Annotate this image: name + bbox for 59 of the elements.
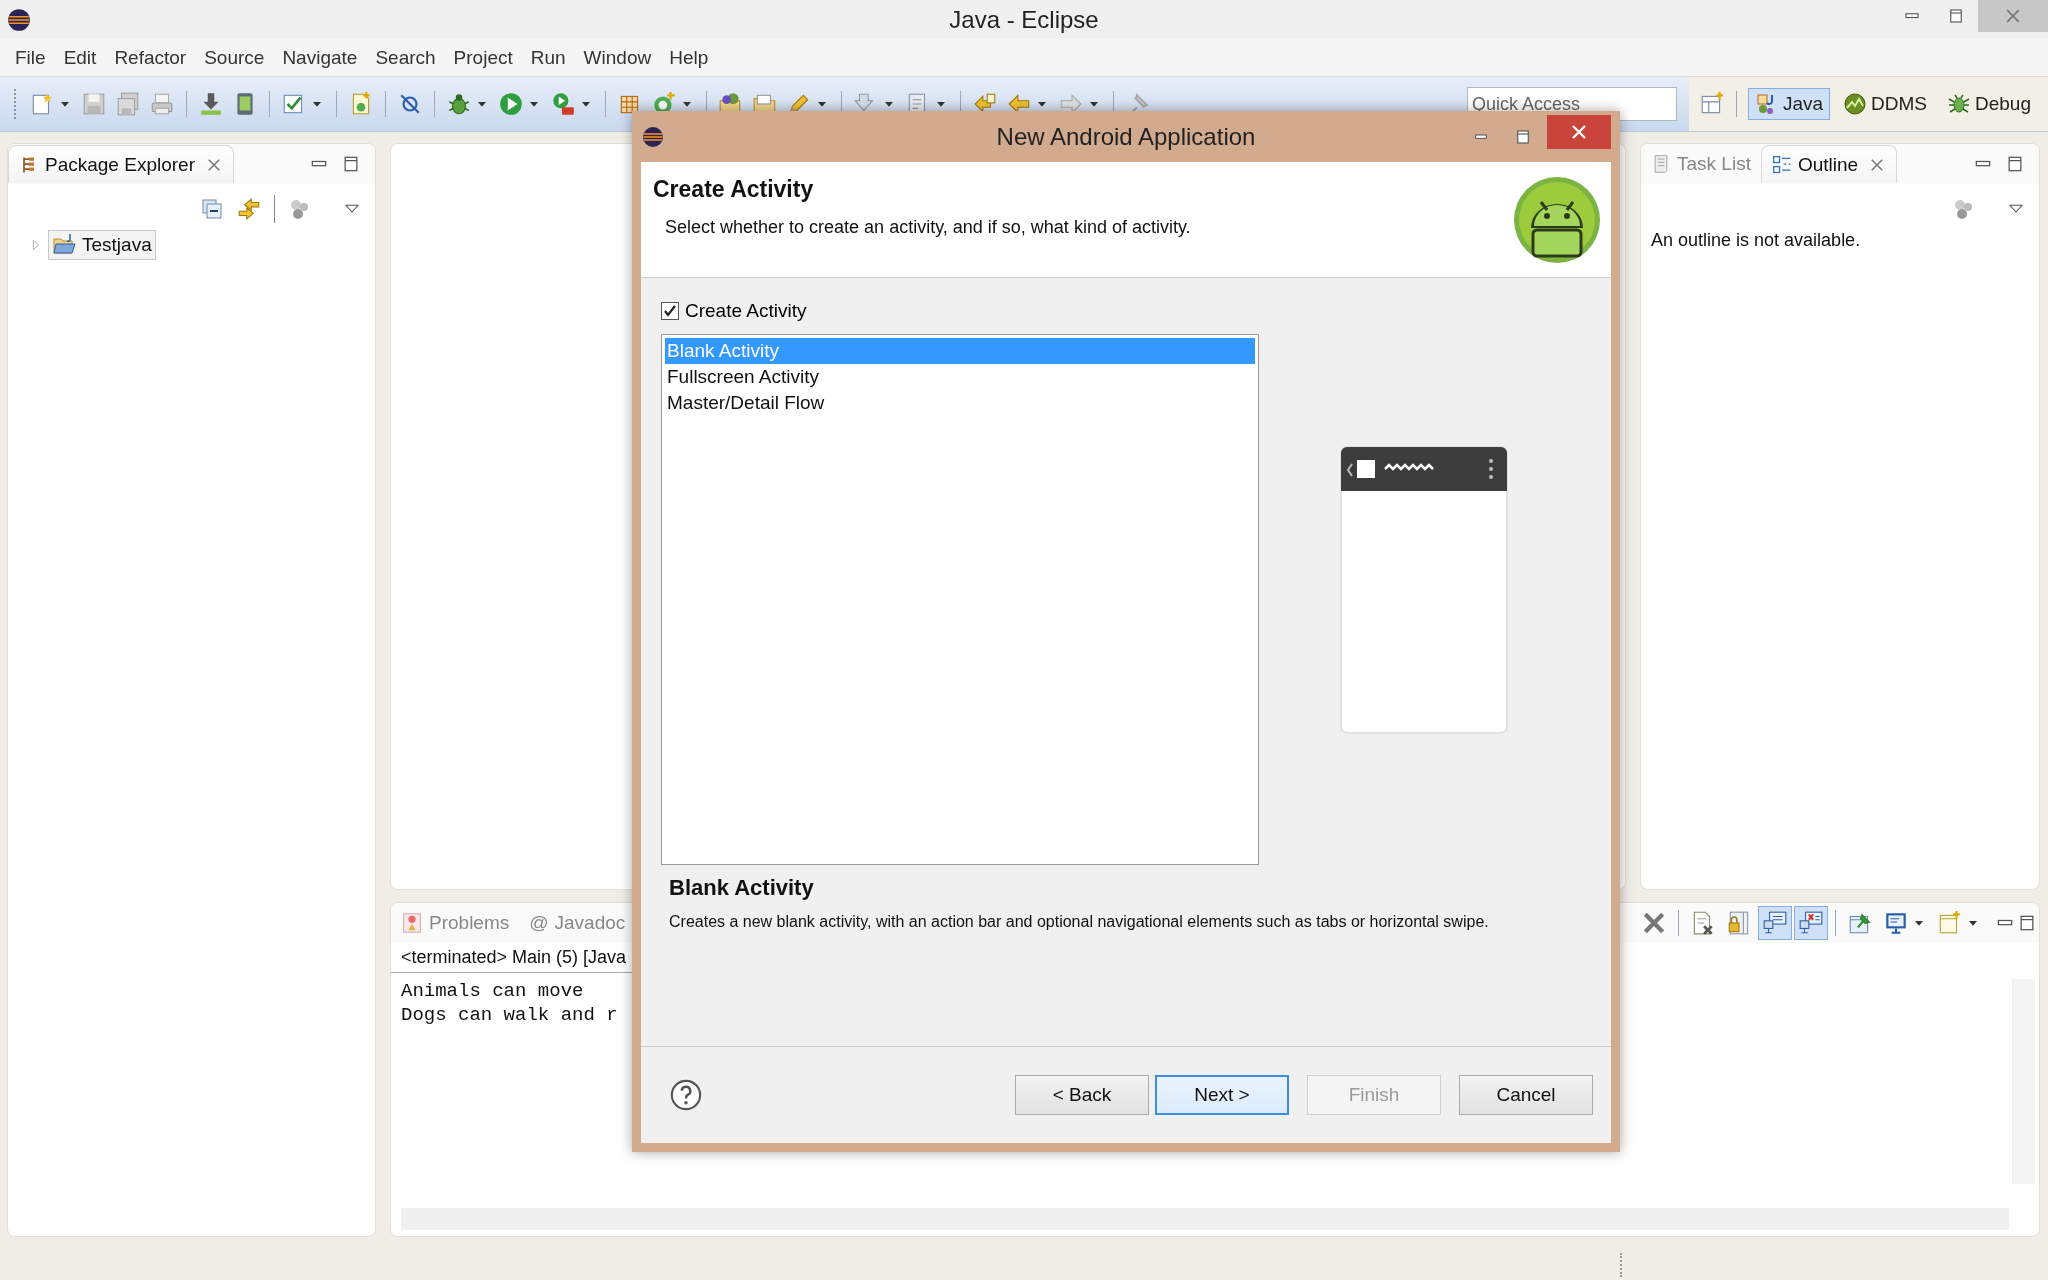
menu-item[interactable]: Source bbox=[195, 46, 274, 69]
project-folder-icon bbox=[52, 233, 76, 257]
dialog-button[interactable]: Next > bbox=[1155, 1075, 1289, 1115]
outline-message: An outline is not available. bbox=[1650, 229, 1862, 252]
console-output-line: Animals can move bbox=[401, 979, 585, 1003]
external-tools-icon[interactable] bbox=[550, 91, 576, 117]
dialog-title: New Android Application bbox=[996, 122, 1256, 150]
debug-bug-icon bbox=[1947, 92, 1971, 116]
menu-item[interactable]: Run bbox=[521, 46, 575, 69]
link-arrows-icon[interactable] bbox=[236, 196, 262, 222]
menu-item[interactable]: Help bbox=[660, 46, 718, 69]
eclipse-logo-icon bbox=[641, 124, 665, 149]
monitor-error-icon bbox=[1798, 910, 1824, 936]
maximize-icon bbox=[1514, 127, 1532, 146]
perspective-button[interactable]: DDMS bbox=[1836, 88, 1934, 120]
menu-item[interactable]: Edit bbox=[54, 46, 106, 69]
activity-title: Blank Activity bbox=[669, 875, 815, 901]
package-explorer-tab[interactable]: Package Explorer bbox=[8, 145, 234, 183]
perspective-button[interactable]: Debug bbox=[1940, 88, 2038, 120]
help-icon[interactable] bbox=[669, 1078, 703, 1112]
page-heading: Create Activity bbox=[653, 176, 815, 203]
display-icon bbox=[1883, 910, 1909, 936]
maximize-icon bbox=[1947, 7, 1965, 25]
checkmark-icon bbox=[663, 304, 677, 318]
console-output-line: Dogs can walk and r bbox=[401, 1003, 619, 1027]
panel-tab[interactable]: Outline bbox=[1760, 145, 1898, 183]
tree-item[interactable]: Testjava bbox=[48, 230, 156, 260]
remove-all-icon bbox=[1641, 910, 1667, 936]
new-console-icon bbox=[1937, 910, 1963, 936]
perspective-button[interactable]: Java bbox=[1747, 88, 1831, 120]
monitor-output-icon bbox=[1762, 910, 1788, 936]
outline-icon bbox=[1771, 154, 1792, 175]
printer-icon[interactable] bbox=[149, 91, 175, 117]
menu-item[interactable]: Window bbox=[574, 46, 661, 69]
at-sign-icon: @ bbox=[529, 912, 549, 934]
panel-tab[interactable]: @ Javadoc bbox=[519, 904, 636, 942]
ddms-icon bbox=[1843, 92, 1868, 116]
close-button[interactable] bbox=[1547, 114, 1611, 149]
download-icon[interactable] bbox=[198, 91, 224, 117]
window-title: Java - Eclipse bbox=[949, 5, 1099, 33]
collapse-all-icon[interactable] bbox=[200, 197, 224, 221]
eclipse-logo-icon bbox=[6, 6, 32, 33]
menu-item[interactable]: File bbox=[6, 46, 55, 69]
menu-item[interactable]: Navigate bbox=[273, 46, 367, 69]
close-icon bbox=[1570, 122, 1588, 141]
dialog-button[interactable]: < Back bbox=[1015, 1075, 1149, 1115]
problems-icon bbox=[401, 912, 423, 934]
dialog-button[interactable]: Cancel bbox=[1459, 1075, 1593, 1115]
bug-icon[interactable] bbox=[446, 91, 472, 117]
console-toolbar-button[interactable] bbox=[1758, 906, 1792, 940]
menu-item[interactable]: Project bbox=[444, 46, 522, 69]
activity-list-item[interactable]: Master/Detail Flow bbox=[665, 390, 1255, 416]
menu-item[interactable]: Refactor bbox=[105, 46, 196, 69]
activity-description: Creates a new blank activity, with an action bar and optional navigational elements such as tabs or horizontal swipe. bbox=[669, 913, 1490, 931]
page-description: Select whether to create an activity, and if so, what kind of activity. bbox=[665, 217, 1192, 238]
activity-list-item[interactable]: Fullscreen Activity bbox=[665, 364, 1255, 390]
create-activity-checkbox[interactable]: Create Activity bbox=[661, 300, 1591, 322]
console-toolbar-button[interactable] bbox=[1794, 906, 1828, 940]
menu-item[interactable]: Search bbox=[366, 46, 445, 69]
